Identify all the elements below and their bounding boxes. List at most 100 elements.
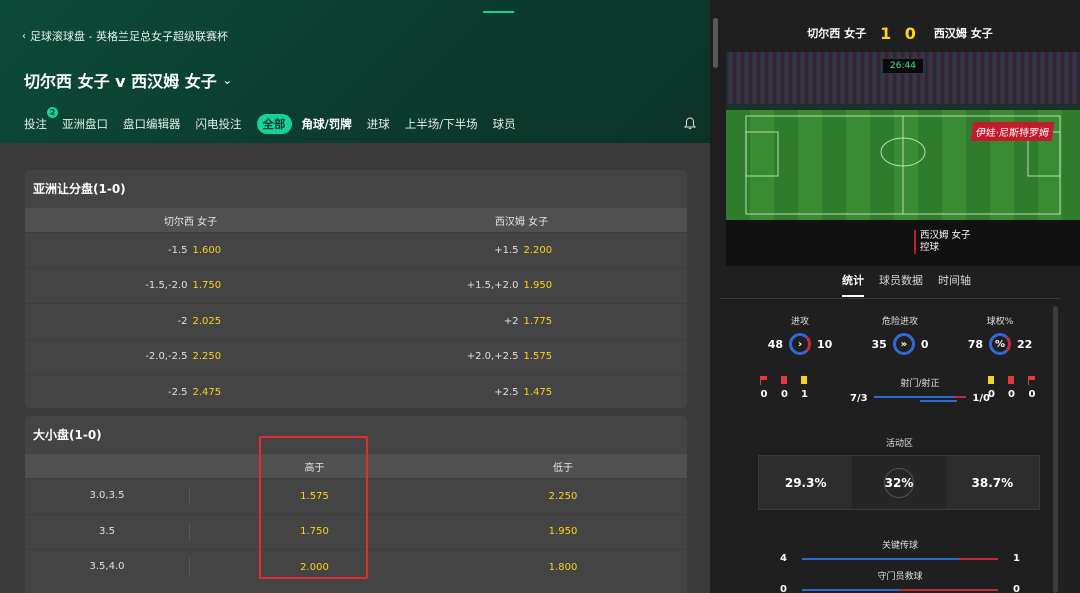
app-root: ‹ 足球滚球盘 - 英格兰足总女子超级联赛杯 切尔西 女子 v 西汉姆 女子 ⌄…	[0, 0, 1080, 593]
tab-all[interactable]: 全部	[256, 114, 292, 134]
bell-icon[interactable]	[684, 117, 696, 130]
away-selection[interactable]: +2.0,+2.5 1.575	[356, 351, 687, 362]
away-selection[interactable]: +2.5 1.475	[356, 387, 687, 398]
top-accent-bar	[483, 11, 514, 13]
away-corners: 0	[1028, 389, 1036, 400]
saves-label: 守门员救球	[877, 572, 923, 582]
match-live-pane: 切尔西 女子 1 0 西汉姆 女子 26:44 伊娃·尼斯特罗姆 西汉姆 女子 …	[720, 0, 1080, 593]
handicap-line: -1.5	[167, 244, 188, 256]
saves-stat: 守门员救球 0 0	[780, 569, 1020, 593]
away-selection[interactable]: +1.5,+2.0 1.950	[356, 280, 687, 291]
home-selection[interactable]: -2.0,-2.5 2.250	[25, 351, 356, 362]
handicap-line: +1.5,+2.0	[466, 280, 519, 292]
odds-value: 1.775	[523, 315, 553, 327]
home-selection[interactable]: -1.5 1.600	[25, 245, 356, 256]
markets-pane: ‹ 足球滚球盘 - 英格兰足总女子超级联赛杯 切尔西 女子 v 西汉姆 女子 ⌄…	[0, 0, 710, 593]
attacks-gauge: 进攻 48 › 10	[750, 314, 850, 355]
away-selection[interactable]: +2 1.775	[356, 316, 687, 327]
highlight-box	[259, 436, 368, 579]
corner-flag-icon	[1027, 376, 1036, 385]
home-key-passes: 4	[780, 553, 787, 564]
away-cards: 0 0 0	[988, 376, 1036, 400]
tab-stats[interactable]: 统计	[842, 272, 864, 297]
under-odds[interactable]: 1.950	[439, 526, 687, 537]
tab-bets[interactable]: 投注 2	[24, 107, 58, 132]
match-title[interactable]: 切尔西 女子 v 西汉姆 女子 ⌄	[24, 68, 232, 92]
breadcrumb-label[interactable]: 足球滚球盘 - 英格兰足总女子超级联赛杯	[30, 28, 228, 44]
away-bar-segment	[958, 557, 998, 560]
activity-zone: 29.3% 32% 38.7%	[758, 455, 1040, 510]
away-value: 22	[1017, 337, 1033, 351]
market-column-headers: 切尔西 女子 西汉姆 女子	[25, 208, 687, 232]
chevron-down-icon[interactable]: ⌄	[223, 74, 232, 87]
odds-value: 2.200	[523, 244, 553, 256]
attack-arrow-icon: ›	[789, 333, 811, 355]
odds-value: 1.575	[523, 351, 553, 363]
under-header: 低于	[553, 462, 573, 474]
tab-players[interactable]: 球员	[493, 116, 516, 132]
bet-count-badge: 2	[47, 107, 58, 118]
key-passes-stat: 关键传球 4 1	[780, 538, 1020, 564]
home-selection[interactable]: -2 2.025	[25, 316, 356, 327]
home-cards: 0 0 1	[760, 376, 808, 400]
home-selection[interactable]: -1.5,-2.0 1.750	[25, 280, 356, 291]
home-selection[interactable]: -2.5 2.475	[25, 387, 356, 398]
away-red-cards: 0	[1007, 389, 1015, 400]
handicap-line: +1.5	[494, 244, 519, 256]
on-target-bar	[920, 399, 957, 402]
table-row: -2.0,-2.5 2.250 +2.0,+2.5 1.575	[25, 338, 687, 375]
breadcrumb[interactable]: ‹ 足球滚球盘 - 英格兰足总女子超级联赛杯	[22, 28, 228, 44]
yellow-card-icon	[801, 376, 808, 384]
tab-player-stats[interactable]: 球员数据	[879, 272, 923, 297]
chevron-left-icon[interactable]: ‹	[22, 31, 26, 42]
match-header: ‹ 足球滚球盘 - 英格兰足总女子超级联赛杯 切尔西 女子 v 西汉姆 女子 ⌄…	[0, 0, 710, 143]
left-scrollbar[interactable]	[713, 18, 718, 68]
handicap-line: -2.5	[167, 386, 188, 398]
handicap-line: -1.5,-2.0	[145, 280, 188, 292]
tab-bet-builder[interactable]: 盘口编辑器	[123, 116, 181, 132]
dangerous-attacks-gauge: 危险进攻 35 » 0	[850, 314, 950, 355]
tab-timeline[interactable]: 时间轴	[938, 272, 971, 297]
player-tag: 伊娃·尼斯特罗姆	[970, 122, 1055, 141]
odds-value: 1.475	[523, 386, 553, 398]
center-circle	[884, 468, 915, 498]
away-selection[interactable]: +1.5 2.200	[356, 245, 687, 256]
scoreboard: 切尔西 女子 1 0 西汉姆 女子	[720, 14, 1080, 52]
under-odds[interactable]: 2.250	[439, 491, 687, 502]
handicap-line: -2.0,-2.5	[145, 351, 188, 363]
gauge-label: 球权%	[986, 317, 1014, 327]
stats-tabs: 统计 球员数据 时间轴	[842, 272, 971, 297]
tab-asian-lines[interactable]: 亚洲盘口	[62, 116, 108, 132]
live-pitch: 26:44 伊娃·尼斯特罗姆 西汉姆 女子 控球	[726, 52, 1080, 266]
odds-value: 1.750	[192, 280, 222, 292]
right-scrollbar[interactable]	[1053, 306, 1058, 593]
away-header: 西汉姆 女子	[494, 216, 549, 228]
table-row: -2 2.025 +2 1.775	[25, 303, 687, 339]
table-row: -2.5 2.475 +2.5 1.475	[25, 374, 687, 408]
away-value: 10	[817, 337, 833, 351]
home-value: 35	[871, 337, 887, 351]
tab-halves[interactable]: 上半场/下半场	[405, 116, 478, 132]
odds-value: 1.600	[192, 244, 222, 256]
under-odds[interactable]: 1.800	[439, 562, 687, 573]
red-card-icon	[1008, 376, 1015, 384]
home-bar-segment	[802, 588, 900, 591]
tab-goals[interactable]: 进球	[367, 116, 390, 132]
red-card-icon	[781, 376, 788, 384]
away-saves: 0	[1013, 584, 1020, 593]
tab-label: 投注	[24, 117, 47, 131]
away-team-name: 西汉姆 女子	[933, 27, 993, 40]
corner-flag-icon	[760, 376, 768, 385]
handicap-line: +2.0,+2.5	[466, 351, 519, 363]
tab-corners-cards[interactable]: 角球/罚牌	[302, 116, 352, 132]
market-tabs: 投注 2 亚洲盘口 盘口编辑器 闪电投注 全部 角球/罚牌 进球 上半场/下半场 …	[24, 107, 531, 134]
saves-bar	[802, 588, 998, 591]
goal-line: 3.5,4.0	[25, 558, 190, 577]
market-title[interactable]: 亚洲让分盘(1-0)	[25, 170, 687, 208]
tab-flash-bets[interactable]: 闪电投注	[196, 116, 242, 132]
away-bar-segment	[900, 588, 998, 591]
stat-gauges: 进攻 48 › 10 危险进攻 35 » 0 球权% 78 % 22	[750, 314, 1050, 355]
possession-indicator: 西汉姆 女子 控球	[914, 230, 971, 254]
gauge-label: 危险进攻	[881, 317, 918, 327]
home-header: 切尔西 女子	[163, 216, 218, 228]
